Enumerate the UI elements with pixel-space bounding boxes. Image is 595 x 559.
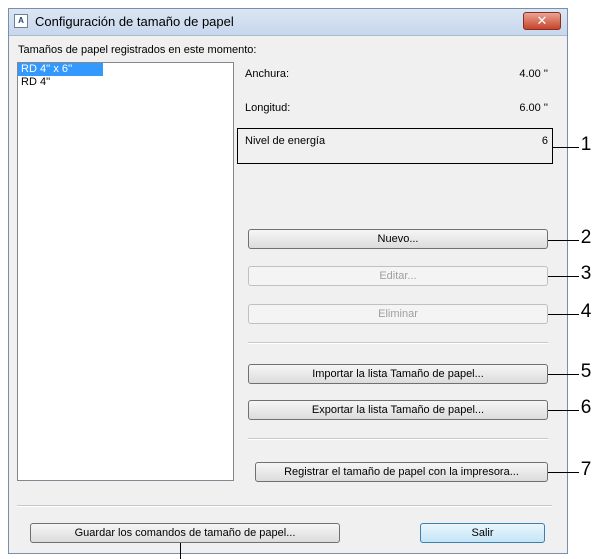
length-label: Longitud: xyxy=(245,102,291,114)
callout-line-7 xyxy=(548,472,579,473)
paper-size-list[interactable]: RD 4'' x 6'' RD 4'' xyxy=(17,62,234,481)
save-commands-button[interactable]: Guardar los comandos de tamaño de papel.… xyxy=(30,523,340,543)
new-button[interactable]: Nuevo... xyxy=(248,229,548,249)
separator xyxy=(17,505,552,507)
length-value: 6.00 '' xyxy=(519,102,548,114)
callout-line-1 xyxy=(553,147,579,148)
energy-level-label: Nivel de energía xyxy=(245,135,326,147)
close-button[interactable]: ✕ xyxy=(523,12,561,30)
export-list-button[interactable]: Exportar la lista Tamaño de papel... xyxy=(248,400,548,420)
callout-line-8 xyxy=(180,543,181,559)
callout-line-6 xyxy=(548,410,579,411)
callout-6: 6 xyxy=(580,397,592,418)
registered-sizes-label: Tamaños de papel registrados en este mom… xyxy=(18,44,257,56)
exit-button[interactable]: Salir xyxy=(420,523,545,543)
callout-2: 2 xyxy=(580,227,592,248)
callout-line-4 xyxy=(548,314,579,315)
callout-5: 5 xyxy=(580,361,592,382)
callout-line-3 xyxy=(548,276,579,277)
app-icon: A xyxy=(14,14,28,28)
edit-button[interactable]: Editar... xyxy=(248,266,548,286)
energy-level-value: 6 xyxy=(541,135,548,147)
callout-1: 1 xyxy=(580,134,592,155)
list-item[interactable]: RD 4'' xyxy=(18,76,233,89)
list-item[interactable]: RD 4'' x 6'' xyxy=(18,63,103,76)
callout-7: 7 xyxy=(580,459,592,480)
title-bar: A Configuración de tamaño de papel ✕ xyxy=(9,9,567,36)
import-list-button[interactable]: Importar la lista Tamaño de papel... xyxy=(248,364,548,384)
width-value: 4.00 '' xyxy=(519,68,548,80)
delete-button[interactable]: Eliminar xyxy=(248,304,548,324)
register-paper-size-button[interactable]: Registrar el tamaño de papel con la impr… xyxy=(255,462,548,482)
window-title: Configuración de tamaño de papel xyxy=(35,14,234,29)
separator xyxy=(248,342,548,344)
callout-line-5 xyxy=(548,374,579,375)
width-label: Anchura: xyxy=(245,68,290,80)
callout-line-2 xyxy=(548,240,579,241)
separator xyxy=(248,438,548,440)
callout-3: 3 xyxy=(580,263,592,284)
callout-4: 4 xyxy=(580,301,592,322)
